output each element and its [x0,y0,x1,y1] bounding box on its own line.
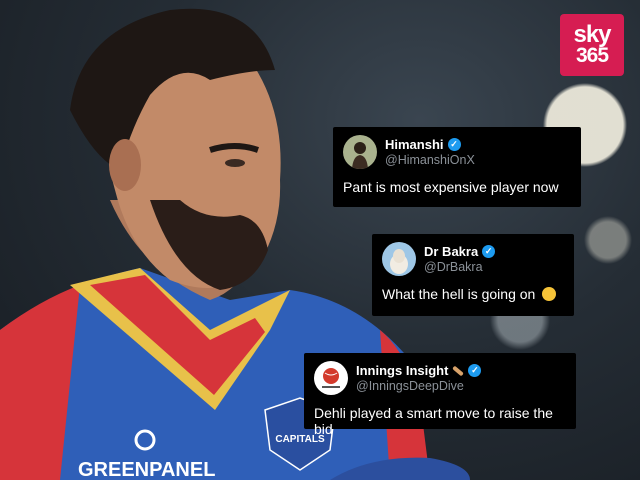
tweet-text: What the hell is going on [382,286,536,302]
tweet-author-name[interactable]: Dr Bakra [424,244,478,259]
cricket-ball-logo-icon[interactable] [314,361,348,395]
tweet-text: Dehli played a smart move to raise the b… [314,405,553,437]
crying-face-emoji-icon [542,287,557,301]
tweet-header: Dr Bakra ✓ @DrBakra [382,242,564,276]
tweet-text: Pant is most expensive player now [343,179,559,195]
profile-photo-woman-icon[interactable] [343,135,377,169]
tweet-card[interactable]: Innings Insight ✓ @InningsDeepDive Dehli… [304,353,576,437]
tweet-author-handle[interactable]: @HimanshiOnX [385,153,475,167]
tweet-author-handle[interactable]: @DrBakra [424,260,495,274]
verified-badge-icon: ✓ [468,364,482,377]
tweet-header: Himanshi ✓ @HimanshiOnX [343,135,571,169]
tweet-author-name[interactable]: Himanshi [385,137,444,152]
verified-badge-icon: ✓ [482,245,496,258]
tweet-author-name[interactable]: Innings Insight [356,363,448,378]
cricket-bat-emoji-icon [452,365,465,376]
verified-badge-icon: ✓ [447,138,461,151]
tweet-card[interactable]: Himanshi ✓ @HimanshiOnX Pant is most exp… [333,127,581,207]
tweet-author-handle[interactable]: @InningsDeepDive [356,379,481,393]
sky365-logo: sky 365 [560,14,624,76]
goat-photo-icon[interactable] [382,242,416,276]
tweet-header: Innings Insight ✓ @InningsDeepDive [314,361,566,395]
jersey-sponsor-text: GREENPANEL [78,459,215,480]
tweet-text-row: What the hell is going on [382,286,564,302]
tweet-card[interactable]: Dr Bakra ✓ @DrBakra What the hell is goi… [372,234,574,316]
logo-line-1: sky [573,20,611,48]
logo-line-2: 365 [575,44,609,68]
